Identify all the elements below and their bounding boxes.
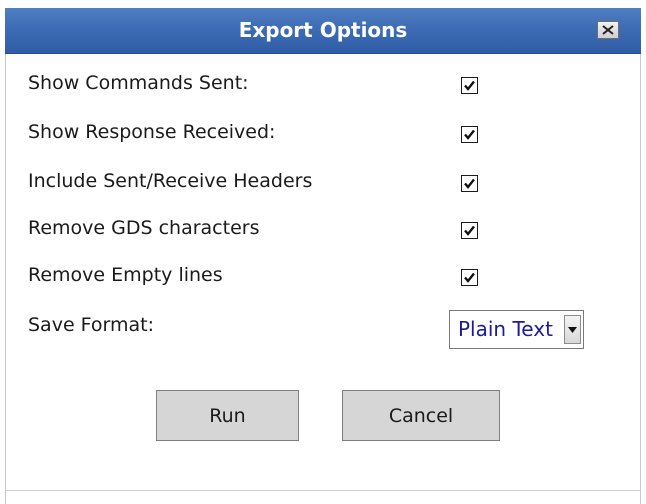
checkbox-include-headers[interactable] xyxy=(461,175,478,192)
checkbox-show-response[interactable] xyxy=(461,126,478,143)
checkmark-icon xyxy=(464,272,475,283)
checkmark-icon xyxy=(464,225,475,236)
dropdown-arrow-button[interactable] xyxy=(564,315,581,344)
option-label-remove-gds: Remove GDS characters xyxy=(28,217,260,239)
option-label-show-commands: Show Commands Sent: xyxy=(28,72,249,94)
run-button[interactable]: Run xyxy=(156,390,299,441)
checkmark-icon xyxy=(464,178,475,189)
close-button[interactable] xyxy=(597,21,619,39)
checkmark-icon xyxy=(464,129,475,140)
checkmark-icon xyxy=(464,80,475,91)
save-format-value: Plain Text xyxy=(458,317,553,341)
option-label-remove-empty-lines: Remove Empty lines xyxy=(28,264,223,286)
export-options-dialog: Export Options Show Commands Sent: Show … xyxy=(5,8,641,504)
dialog-title: Export Options xyxy=(238,18,408,42)
chevron-down-icon xyxy=(568,326,577,333)
option-label-include-headers: Include Sent/Receive Headers xyxy=(28,170,313,192)
dialog-titlebar[interactable]: Export Options xyxy=(5,8,641,54)
option-label-show-response: Show Response Received: xyxy=(28,121,276,143)
checkbox-remove-empty-lines[interactable] xyxy=(461,269,478,286)
save-format-label: Save Format: xyxy=(28,314,155,336)
close-icon xyxy=(602,25,614,35)
checkbox-remove-gds[interactable] xyxy=(461,222,478,239)
checkbox-show-commands[interactable] xyxy=(461,77,478,94)
save-format-select[interactable]: Plain Text xyxy=(449,310,584,349)
cancel-button[interactable]: Cancel xyxy=(342,390,500,441)
dialog-bottom-divider xyxy=(5,490,641,491)
